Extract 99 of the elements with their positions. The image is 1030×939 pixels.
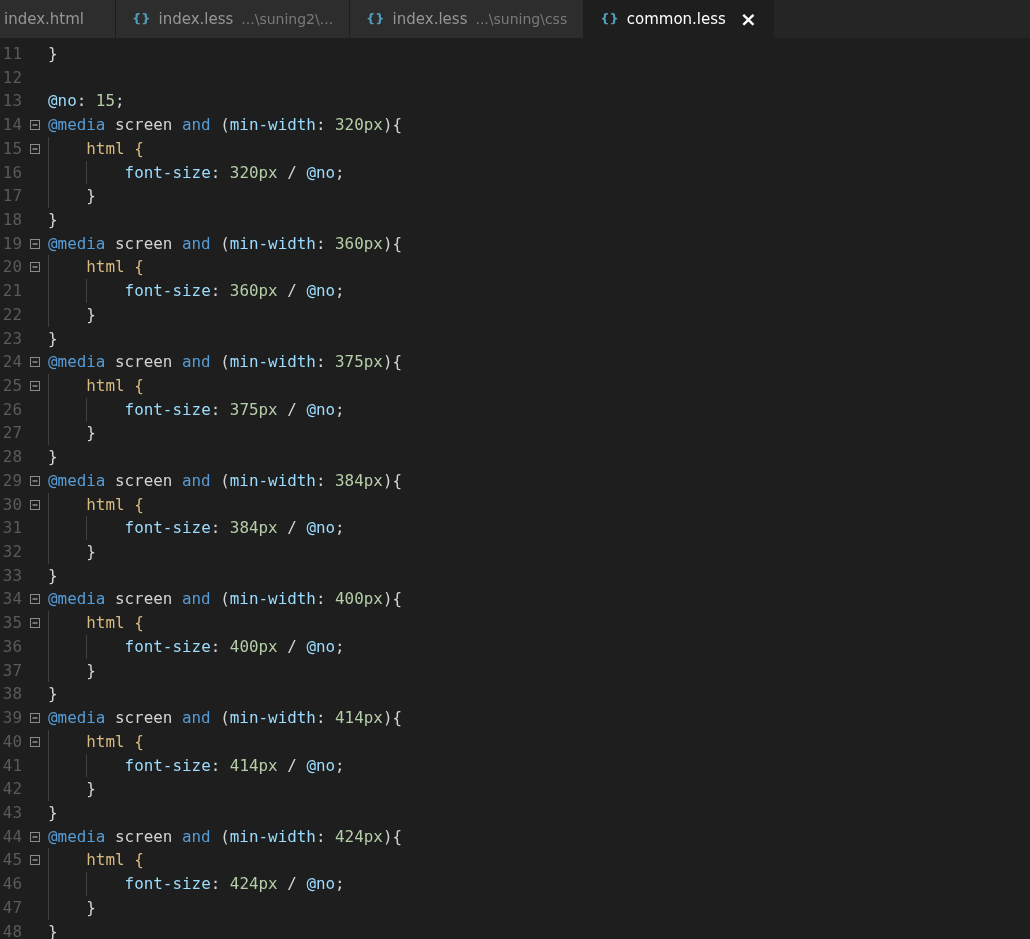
code-text: html { <box>86 137 144 160</box>
collapse-icon[interactable] <box>30 475 40 486</box>
line-number: 23 <box>1 327 22 350</box>
line-number: 48 <box>1 920 22 939</box>
collapse-icon[interactable] <box>30 499 40 510</box>
code-text: } <box>86 185 96 208</box>
line-number: 35 <box>1 612 22 635</box>
line-number: 29 <box>1 469 22 492</box>
code-text: font-size: 384px / @no; <box>124 517 345 540</box>
line-number: 43 <box>1 801 22 824</box>
line-number: 17 <box>1 185 22 208</box>
file-type-icon: {} <box>132 9 151 29</box>
collapse-icon[interactable] <box>30 143 40 154</box>
code-text: html { <box>86 256 144 279</box>
collapse-icon[interactable] <box>30 594 40 605</box>
line-number: 41 <box>1 754 22 777</box>
collapse-icon[interactable] <box>30 238 40 249</box>
line-number: 28 <box>1 446 22 469</box>
line-number: 25 <box>1 375 22 397</box>
file-type-icon: {} <box>600 9 619 29</box>
line-number: 13 <box>1 90 22 113</box>
code-text: } <box>86 303 96 326</box>
code-text: html { <box>86 730 144 753</box>
line-number: 11 <box>1 42 22 65</box>
collapse-icon[interactable] <box>30 831 40 842</box>
collapse-icon[interactable] <box>30 357 40 368</box>
code-text: @no: 15; <box>48 90 125 113</box>
code-text: font-size: 375px / @no; <box>124 398 345 421</box>
editor-tab[interactable]: index.html <box>0 0 116 38</box>
code-text: @media screen and (min-width: 400px){ <box>48 588 403 611</box>
line-number: 24 <box>1 351 22 374</box>
collapse-icon[interactable] <box>30 736 40 747</box>
code-text: @media screen and (min-width: 424px){ <box>48 825 403 848</box>
line-number: 31 <box>1 517 22 540</box>
line-number: 32 <box>1 541 22 564</box>
code-text: } <box>86 541 96 564</box>
collapse-icon[interactable] <box>30 855 40 866</box>
line-number: 44 <box>1 825 22 848</box>
line-number: 20 <box>1 256 22 279</box>
code-text: html { <box>86 612 144 635</box>
code-text: font-size: 424px / @no; <box>124 873 345 896</box>
line-number: 27 <box>1 422 22 445</box>
code-text: html { <box>86 493 144 516</box>
file-path: ...\suning2\... <box>241 9 334 29</box>
collapse-icon[interactable] <box>30 380 40 391</box>
line-number: 40 <box>1 730 22 753</box>
line-number: 12 <box>1 66 22 89</box>
editor-tab[interactable]: {} common.less × <box>584 0 774 38</box>
line-number: 18 <box>1 208 22 231</box>
line-number: 47 <box>1 896 22 919</box>
code-text: @media screen and (min-width: 414px){ <box>48 707 403 730</box>
line-number: 45 <box>1 849 22 872</box>
line-number: 21 <box>1 280 22 303</box>
code-text: html { <box>86 375 144 397</box>
code-text: } <box>48 327 58 350</box>
line-number: 15 <box>1 137 22 160</box>
line-number: 26 <box>1 398 22 421</box>
collapse-icon[interactable] <box>30 713 40 723</box>
code-text: font-size: 360px / @no; <box>124 280 345 303</box>
line-number: 30 <box>1 493 22 516</box>
line-number: 39 <box>1 707 22 730</box>
line-number: 46 <box>1 873 22 896</box>
line-number: 42 <box>1 778 22 801</box>
code-text: } <box>48 683 58 706</box>
code-text: } <box>48 564 58 587</box>
code-text: } <box>86 896 96 919</box>
line-number: 37 <box>1 659 22 682</box>
editor-tab[interactable]: {} index.less ...\suning\css <box>350 0 585 38</box>
collapse-icon[interactable] <box>30 262 40 273</box>
line-number: 22 <box>1 303 22 326</box>
code-text: } <box>86 659 96 682</box>
collapse-icon[interactable] <box>30 618 40 629</box>
code-text: @media screen and (min-width: 360px){ <box>48 232 403 255</box>
code-text: @media screen and (min-width: 384px){ <box>48 469 403 492</box>
code-text: } <box>86 422 96 445</box>
line-number: 38 <box>1 683 22 706</box>
line-number: 33 <box>1 564 22 587</box>
close-icon[interactable]: × <box>739 9 757 29</box>
code-text: } <box>48 801 58 824</box>
code-text: html { <box>86 849 144 872</box>
editor-tab[interactable]: {} index.less ...\suning2\... <box>116 0 351 38</box>
line-number: 34 <box>1 588 22 611</box>
file-type-icon: {} <box>366 9 385 29</box>
code-text: } <box>48 446 58 469</box>
code-text: font-size: 400px / @no; <box>124 635 345 658</box>
line-number: 19 <box>1 232 22 255</box>
collapse-icon[interactable] <box>30 120 40 130</box>
code-text: font-size: 414px / @no; <box>124 754 345 777</box>
code-text: font-size: 320px / @no; <box>124 161 345 184</box>
code-text: } <box>48 42 58 65</box>
code-text: @media screen and (min-width: 320px){ <box>48 114 403 137</box>
file-path: ...\suning\css <box>475 9 568 29</box>
code-text: } <box>48 920 58 939</box>
code-text: @media screen and (min-width: 375px){ <box>48 351 403 374</box>
code-text: } <box>86 778 96 801</box>
line-number: 14 <box>1 114 22 137</box>
line-number: 36 <box>1 635 22 658</box>
line-number: 16 <box>1 161 22 184</box>
code-text: } <box>48 208 58 231</box>
